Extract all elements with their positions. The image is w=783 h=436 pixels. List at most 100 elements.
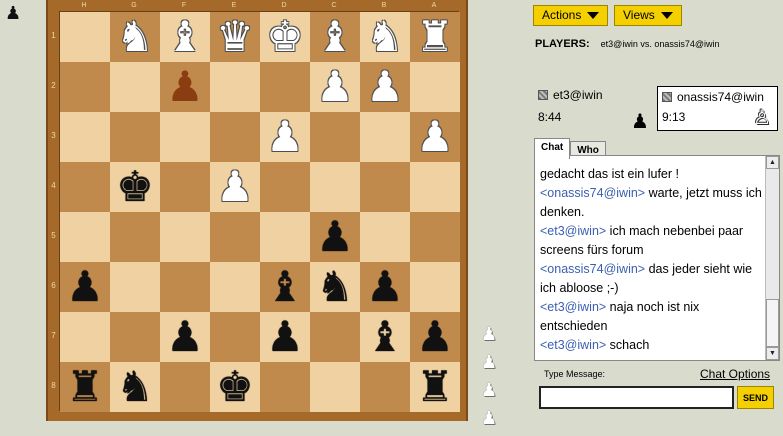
board-square[interactable] [60,312,110,362]
board-square[interactable] [210,112,260,162]
chess-piece-icon[interactable]: ♜ [416,16,454,58]
chess-piece-icon[interactable]: ♟ [166,66,204,108]
board-square[interactable] [410,262,460,312]
player-name[interactable]: onassis74@iwin [677,90,764,104]
board-square[interactable]: ♟ [360,62,410,112]
board-square[interactable] [360,112,410,162]
board-square[interactable]: ♝ [260,262,310,312]
board-square[interactable]: ♚ [210,362,260,412]
board-square[interactable] [310,362,360,412]
chess-piece-icon[interactable]: ♞ [116,366,154,408]
chess-piece-icon[interactable]: ♜ [66,366,104,408]
board-square[interactable] [160,262,210,312]
chess-piece-icon[interactable]: ♟ [266,316,304,358]
board-square[interactable] [310,312,360,362]
player-name[interactable]: et3@iwin [553,88,603,102]
board-square[interactable]: ♞ [110,362,160,412]
board-square[interactable] [410,62,460,112]
board-square[interactable] [60,62,110,112]
chess-piece-icon[interactable]: ♜ [416,366,454,408]
board-square[interactable]: ♜ [60,362,110,412]
board-square[interactable] [60,112,110,162]
board-square[interactable] [260,362,310,412]
board-square[interactable]: ♚ [260,12,310,62]
scroll-up-icon[interactable]: ▲ [766,156,779,169]
chess-piece-icon[interactable]: ♞ [366,16,404,58]
chess-piece-icon[interactable]: ♟ [316,66,354,108]
message-input[interactable] [539,386,734,409]
chess-piece-icon[interactable]: ♟ [66,266,104,308]
chess-piece-icon[interactable]: ♞ [116,16,154,58]
chess-piece-icon[interactable]: ♛ [216,16,254,58]
board-square[interactable] [110,312,160,362]
board-square[interactable] [210,62,260,112]
board-square[interactable] [160,162,210,212]
board-square[interactable] [160,112,210,162]
chess-piece-icon[interactable]: ♝ [166,16,204,58]
chess-piece-icon[interactable]: ♚ [216,366,254,408]
board-square[interactable]: ♟ [60,262,110,312]
board-square[interactable]: ♟ [160,62,210,112]
board-square[interactable] [260,162,310,212]
board-square[interactable] [310,112,360,162]
chess-piece-icon[interactable]: ♝ [316,16,354,58]
chess-piece-icon[interactable]: ♚ [116,166,154,208]
chess-piece-icon[interactable]: ♟ [266,116,304,158]
board-square[interactable]: ♟ [410,112,460,162]
chess-piece-icon[interactable]: ♟ [416,116,454,158]
board-square[interactable] [110,212,160,262]
chat-scrollbar[interactable]: ▲ ▼ [765,156,779,360]
scroll-thumb[interactable] [766,299,779,347]
board-square[interactable]: ♞ [310,262,360,312]
board-square[interactable]: ♝ [360,312,410,362]
board-square[interactable]: ♜ [410,362,460,412]
board-square[interactable]: ♚ [110,162,160,212]
scroll-down-icon[interactable]: ▼ [766,347,779,360]
chess-piece-icon[interactable]: ♟ [166,316,204,358]
board-square[interactable] [260,62,310,112]
board-square[interactable]: ♞ [110,12,160,62]
chess-piece-icon[interactable]: ♟ [366,266,404,308]
board-square[interactable] [360,212,410,262]
board-square[interactable]: ♛ [210,12,260,62]
board-square[interactable] [210,212,260,262]
board-square[interactable] [60,212,110,262]
board-square[interactable] [260,212,310,262]
actions-menu-button[interactable]: Actions [533,5,608,26]
board-square[interactable] [110,62,160,112]
chess-piece-icon[interactable]: ♝ [266,266,304,308]
board-square[interactable] [210,312,260,362]
views-menu-button[interactable]: Views [614,5,682,26]
board-square[interactable] [110,262,160,312]
tab-chat[interactable]: Chat [534,138,571,159]
board-square[interactable]: ♟ [160,312,210,362]
board-square[interactable]: ♟ [410,312,460,362]
board-square[interactable] [160,362,210,412]
chess-piece-icon[interactable]: ♝ [366,316,404,358]
board-square[interactable] [60,12,110,62]
board-square[interactable]: ♟ [310,62,360,112]
chat-options-link[interactable]: Chat Options [700,367,770,381]
send-button[interactable]: SEND [737,386,774,409]
board-square[interactable]: ♟ [260,112,310,162]
board-square[interactable] [410,212,460,262]
board-square[interactable] [160,212,210,262]
board-square[interactable] [210,262,260,312]
board-square[interactable] [360,162,410,212]
board-square[interactable]: ♜ [410,12,460,62]
chess-piece-icon[interactable]: ♟ [216,166,254,208]
board-square[interactable] [310,162,360,212]
board-square[interactable]: ♟ [310,212,360,262]
chess-piece-icon[interactable]: ♟ [366,66,404,108]
board-square[interactable]: ♞ [360,12,410,62]
board-square[interactable] [110,112,160,162]
board-square[interactable] [360,362,410,412]
chess-piece-icon[interactable]: ♚ [266,16,304,58]
chess-piece-icon[interactable]: ♞ [316,266,354,308]
chess-piece-icon[interactable]: ♟ [316,216,354,258]
board-square[interactable]: ♝ [310,12,360,62]
board-square[interactable]: ♟ [210,162,260,212]
board-square[interactable] [410,162,460,212]
board-square[interactable]: ♟ [360,262,410,312]
board-square[interactable] [60,162,110,212]
